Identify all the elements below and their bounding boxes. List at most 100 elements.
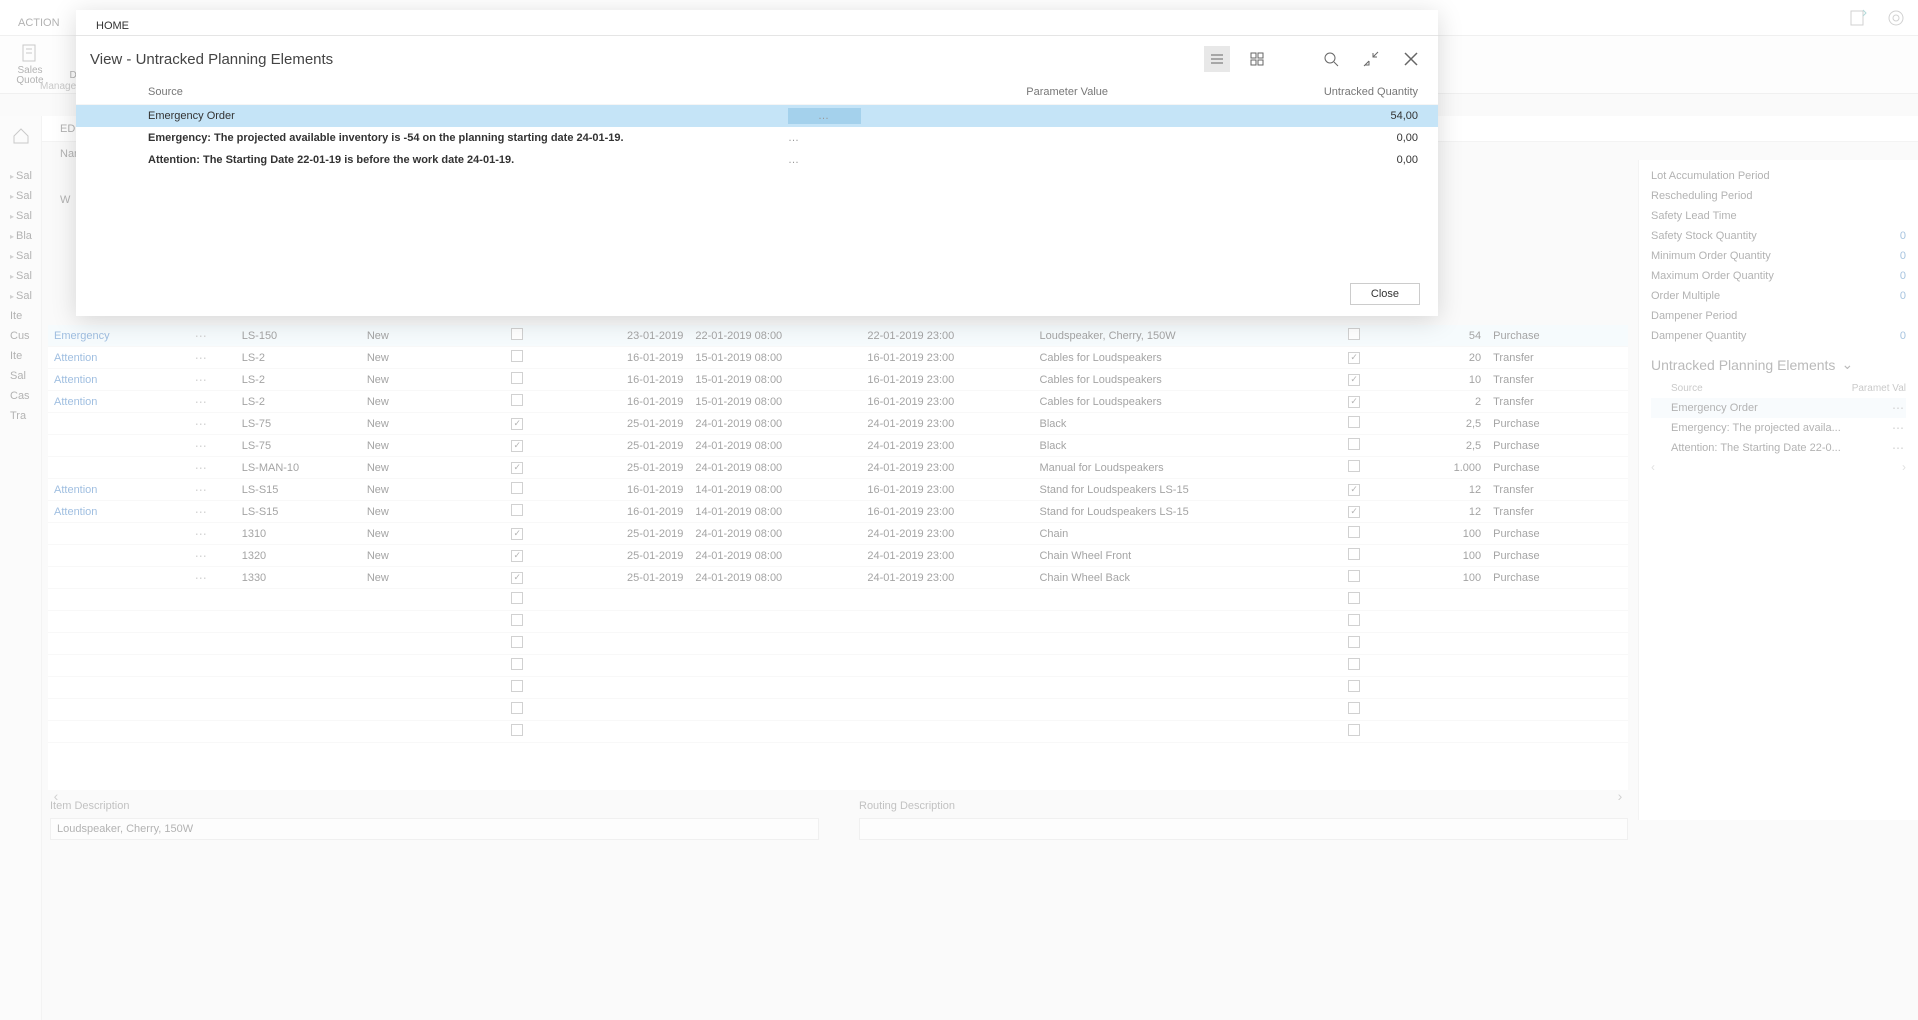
- row-menu-icon[interactable]: ⋯: [195, 571, 209, 585]
- accept-checkbox[interactable]: [511, 504, 523, 516]
- flag-checkbox[interactable]: [1348, 484, 1360, 496]
- row-menu-icon[interactable]: ⋯: [195, 461, 209, 475]
- row-menu-icon[interactable]: ⋯: [195, 549, 209, 563]
- modal-tab-home[interactable]: HOME: [86, 17, 139, 35]
- row-menu-icon[interactable]: ⋯: [1892, 401, 1906, 415]
- flag-checkbox[interactable]: [1348, 636, 1360, 648]
- leftnav-item[interactable]: ▸Sal: [0, 246, 41, 266]
- table-row[interactable]: ⋯LS-MAN-10New25-01-201924-01-2019 08:002…: [48, 457, 1628, 479]
- flag-checkbox[interactable]: [1348, 396, 1360, 408]
- ribbon-tab-action[interactable]: ACTION: [6, 13, 72, 35]
- accept-checkbox[interactable]: [511, 614, 523, 626]
- table-row[interactable]: ⋯LS-75New25-01-201924-01-2019 08:0024-01…: [48, 413, 1628, 435]
- rp-scroll-right-icon[interactable]: ›: [1902, 460, 1906, 474]
- table-row-empty[interactable]: [48, 589, 1628, 611]
- flag-checkbox[interactable]: [1348, 570, 1360, 582]
- warning-link[interactable]: Attention: [54, 506, 97, 518]
- collapse-icon[interactable]: [1358, 46, 1384, 72]
- flag-checkbox[interactable]: [1348, 416, 1360, 428]
- accept-checkbox[interactable]: [511, 528, 523, 540]
- warning-link[interactable]: Attention: [54, 484, 97, 496]
- table-row[interactable]: ⋯1310New25-01-201924-01-2019 08:0024-01-…: [48, 523, 1628, 545]
- table-row[interactable]: ⋯1320New25-01-201924-01-2019 08:0024-01-…: [48, 545, 1628, 567]
- table-row-empty[interactable]: [48, 611, 1628, 633]
- row-menu-icon[interactable]: ⋯: [195, 351, 209, 365]
- flag-checkbox[interactable]: [1348, 526, 1360, 538]
- leftnav-item[interactable]: ▸Sal: [0, 166, 41, 186]
- accept-checkbox[interactable]: [511, 372, 523, 384]
- accept-checkbox[interactable]: [511, 394, 523, 406]
- accept-checkbox[interactable]: [511, 482, 523, 494]
- table-row[interactable]: Attention⋯LS-S15New16-01-201914-01-2019 …: [48, 501, 1628, 523]
- leftnav-item[interactable]: Cas: [0, 386, 41, 406]
- accept-checkbox[interactable]: [511, 328, 523, 340]
- leftnav-item[interactable]: ▸Sal: [0, 266, 41, 286]
- leftnav-item[interactable]: Ite: [0, 346, 41, 366]
- accept-checkbox[interactable]: [511, 658, 523, 670]
- modal-row[interactable]: Emergency Order…54,00: [76, 105, 1438, 127]
- modal-pv-cell[interactable]: …: [748, 110, 1288, 122]
- row-menu-icon[interactable]: ⋯: [195, 439, 209, 453]
- leftnav-item[interactable]: Sal: [0, 366, 41, 386]
- leftnav-item[interactable]: Ite: [0, 306, 41, 326]
- flag-checkbox[interactable]: [1348, 352, 1360, 364]
- modal-row[interactable]: Emergency: The projected available inven…: [76, 127, 1438, 149]
- flag-checkbox[interactable]: [1348, 724, 1360, 736]
- flag-checkbox[interactable]: [1348, 460, 1360, 472]
- flag-checkbox[interactable]: [1348, 658, 1360, 670]
- leftnav-item[interactable]: ▸Bla: [0, 226, 41, 246]
- warning-link[interactable]: Attention: [54, 352, 97, 364]
- flag-checkbox[interactable]: [1348, 506, 1360, 518]
- leftnav-item[interactable]: Tra: [0, 406, 41, 426]
- table-row[interactable]: Emergency⋯LS-150New23-01-201922-01-2019 …: [48, 325, 1628, 347]
- leftnav-item[interactable]: ▸Sal: [0, 286, 41, 306]
- flag-checkbox[interactable]: [1348, 614, 1360, 626]
- tile-view-icon[interactable]: [1244, 46, 1270, 72]
- modal-pv-cell[interactable]: …: [748, 132, 1288, 144]
- flag-checkbox[interactable]: [1348, 548, 1360, 560]
- new-note-icon[interactable]: [1844, 4, 1872, 32]
- links-icon[interactable]: [1882, 4, 1910, 32]
- accept-checkbox[interactable]: [511, 462, 523, 474]
- modal-pv-cell[interactable]: …: [748, 154, 1288, 166]
- leftnav-item[interactable]: Cus: [0, 326, 41, 346]
- col-untracked-qty[interactable]: Untracked Quantity: [1288, 86, 1418, 98]
- flag-checkbox[interactable]: [1348, 374, 1360, 386]
- home-icon[interactable]: [7, 122, 35, 150]
- table-row[interactable]: Attention⋯LS-2New16-01-201915-01-2019 08…: [48, 391, 1628, 413]
- row-menu-icon[interactable]: ⋯: [195, 483, 209, 497]
- accept-checkbox[interactable]: [511, 636, 523, 648]
- item-desc-input[interactable]: [50, 818, 819, 840]
- table-row-empty[interactable]: [48, 633, 1628, 655]
- row-menu-icon[interactable]: ⋯: [195, 329, 209, 343]
- list-view-icon[interactable]: [1204, 46, 1230, 72]
- col-param-value[interactable]: Parameter Value: [748, 86, 1288, 98]
- flag-checkbox[interactable]: [1348, 680, 1360, 692]
- accept-checkbox[interactable]: [511, 440, 523, 452]
- untracked-heading[interactable]: Untracked Planning Elements⌄: [1651, 346, 1906, 379]
- close-icon[interactable]: [1398, 46, 1424, 72]
- table-row-empty[interactable]: [48, 677, 1628, 699]
- accept-checkbox[interactable]: [511, 724, 523, 736]
- close-button[interactable]: Close: [1350, 283, 1420, 305]
- table-row-empty[interactable]: [48, 721, 1628, 743]
- search-icon[interactable]: [1318, 46, 1344, 72]
- accept-checkbox[interactable]: [511, 680, 523, 692]
- accept-checkbox[interactable]: [511, 550, 523, 562]
- rp-list-item[interactable]: Attention: The Starting Date 22-0...⋯: [1651, 438, 1906, 458]
- row-menu-icon[interactable]: ⋯: [1892, 441, 1906, 455]
- row-menu-icon[interactable]: ⋯: [195, 417, 209, 431]
- table-row[interactable]: ⋯1330New25-01-201924-01-2019 08:0024-01-…: [48, 567, 1628, 589]
- accept-checkbox[interactable]: [511, 702, 523, 714]
- row-menu-icon[interactable]: ⋯: [195, 505, 209, 519]
- flag-checkbox[interactable]: [1348, 438, 1360, 450]
- warning-link[interactable]: Attention: [54, 374, 97, 386]
- table-row-empty[interactable]: [48, 699, 1628, 721]
- table-row-empty[interactable]: [48, 655, 1628, 677]
- leftnav-item[interactable]: ▸Sal: [0, 206, 41, 226]
- table-row[interactable]: Attention⋯LS-2New16-01-201915-01-2019 08…: [48, 369, 1628, 391]
- modal-row[interactable]: Attention: The Starting Date 22-01-19 is…: [76, 149, 1438, 171]
- accept-checkbox[interactable]: [511, 350, 523, 362]
- warning-link[interactable]: Emergency: [54, 330, 110, 342]
- rp-list-item[interactable]: Emergency Order⋯: [1651, 398, 1906, 418]
